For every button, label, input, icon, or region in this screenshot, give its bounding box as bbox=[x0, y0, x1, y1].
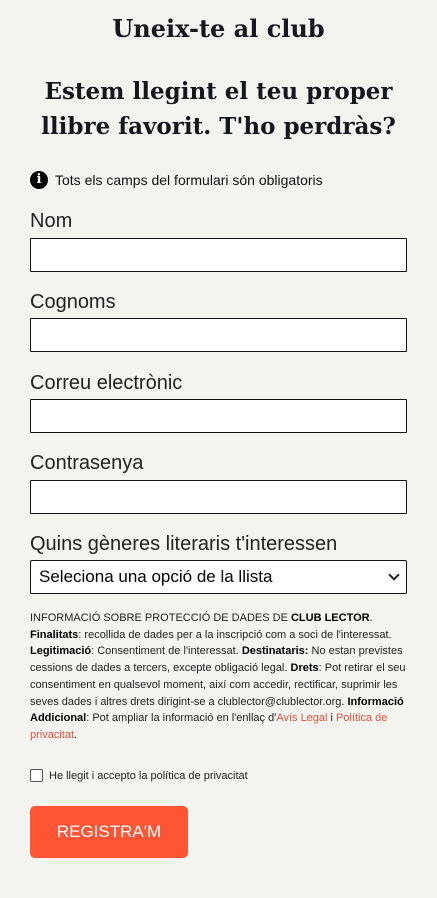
drets-label: Drets bbox=[290, 662, 319, 675]
privacy-consent-label: He llegit i accepto la política de priva… bbox=[49, 769, 248, 782]
email-label: Correu electrònic bbox=[30, 372, 183, 394]
nom-label: Nom bbox=[30, 210, 73, 232]
genres-selected-value: Seleciona una opció de la llista bbox=[39, 567, 273, 586]
legal-heading-suffix: . bbox=[369, 612, 373, 624]
privacy-consent-checkbox[interactable] bbox=[30, 769, 43, 782]
legal-heading-prefix: INFORMACIÓ SOBRE PROTECCIÓ DE DADES DE bbox=[30, 612, 291, 624]
required-notice: i Tots els camps del formulari són oblig… bbox=[30, 169, 323, 191]
info-addicional-text: : Pot ampliar la informació en l'enllaç … bbox=[86, 712, 277, 725]
avis-legal-link[interactable]: Avís Legal bbox=[276, 712, 327, 724]
genres-label: Quins gèneres literaris t'interessen bbox=[30, 533, 338, 555]
page-title: Uneix-te al club bbox=[112, 14, 325, 43]
password-input[interactable] bbox=[30, 480, 407, 514]
legitimacio-text: : Consentiment de l'interessat. bbox=[91, 645, 242, 658]
club-name: CLUB LECTOR bbox=[290, 612, 370, 624]
finalitats-text: : recollida de dades per a la inscripció… bbox=[78, 628, 392, 641]
page-subtitle: Estem llegint el teu proper llibre favor… bbox=[41, 78, 396, 140]
signup-page: Uneix-te al club Estem llegint el teu pr… bbox=[0, 0, 437, 898]
chevron-down-icon bbox=[388, 569, 400, 581]
and-text: i bbox=[327, 712, 337, 725]
genres-select[interactable]: Seleciona una opció de la llista bbox=[30, 560, 407, 594]
register-button[interactable]: REGISTRA'M bbox=[30, 806, 188, 858]
cognoms-label: Cognoms bbox=[30, 291, 116, 313]
privacy-consent: He llegit i accepto la política de priva… bbox=[30, 769, 248, 782]
destinataris-label: Destinataris: bbox=[241, 645, 309, 658]
required-notice-text: Tots els camps del formulari són obligat… bbox=[55, 172, 323, 188]
finalitats-label: Finalitats bbox=[30, 628, 79, 641]
legitimacio-label: Legitimació bbox=[30, 645, 92, 658]
data-protection-notice: INFORMACIÓ SOBRE PROTECCIÓ DE DADES DE C… bbox=[30, 610, 407, 744]
legal-end: . bbox=[74, 728, 78, 741]
password-label: Contrasenya bbox=[30, 452, 144, 474]
cognoms-input[interactable] bbox=[30, 318, 407, 352]
nom-input[interactable] bbox=[30, 238, 407, 272]
info-icon: i bbox=[30, 171, 48, 189]
email-input[interactable] bbox=[30, 399, 407, 433]
